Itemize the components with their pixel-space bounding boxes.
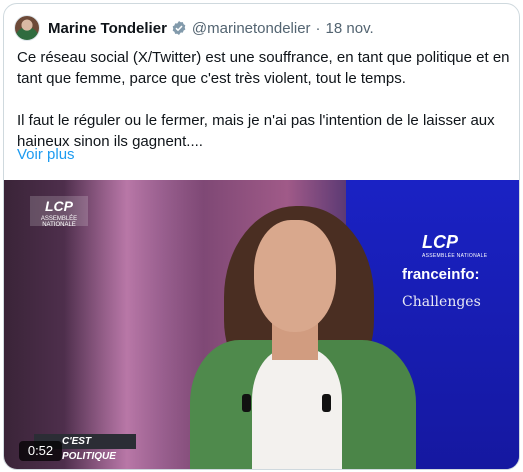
franceinfo-logo: franceinfo: — [402, 266, 480, 283]
microphone-icon — [242, 394, 251, 412]
lcp-logo-text: LCP — [422, 232, 458, 252]
author-name[interactable]: Marine Tondelier — [48, 20, 167, 37]
lcp-logo-large: LCP ASSEMBLÉE NATIONALE — [422, 232, 487, 259]
video-duration: 0:52 — [19, 441, 62, 461]
lcp-logo-subtext: ASSEMBLÉE NATIONALE — [422, 253, 488, 259]
tweet-card[interactable]: Marine Tondelier @marinetondelier · 18 n… — [3, 3, 520, 470]
tweet-header: Marine Tondelier @marinetondelier · 18 n… — [14, 13, 374, 43]
tweet-paragraph-1: Ce réseau social (X/Twitter) est une sou… — [17, 49, 510, 87]
author-handle[interactable]: @marinetondelier — [192, 20, 311, 37]
challenges-logo: Challenges — [402, 294, 481, 310]
show-more-link[interactable]: Voir plus — [17, 146, 75, 163]
separator-dot: · — [315, 19, 321, 37]
verified-badge-icon — [171, 20, 187, 36]
tweet-text: Ce réseau social (X/Twitter) est une sou… — [17, 47, 513, 152]
lcp-logo-small: LCP ASSEMBLÉE NATIONALE — [30, 196, 88, 228]
person-face — [254, 220, 336, 332]
tweet-date[interactable]: 18 nov. — [326, 20, 374, 37]
tweet-paragraph-2: Il faut le réguler ou le fermer, mais je… — [17, 112, 495, 150]
avatar[interactable] — [14, 15, 40, 41]
lcp-logo-text: LCP — [45, 198, 73, 214]
microphone-icon — [322, 394, 331, 412]
lcp-logo-subtext: ASSEMBLÉE NATIONALE — [40, 216, 78, 228]
